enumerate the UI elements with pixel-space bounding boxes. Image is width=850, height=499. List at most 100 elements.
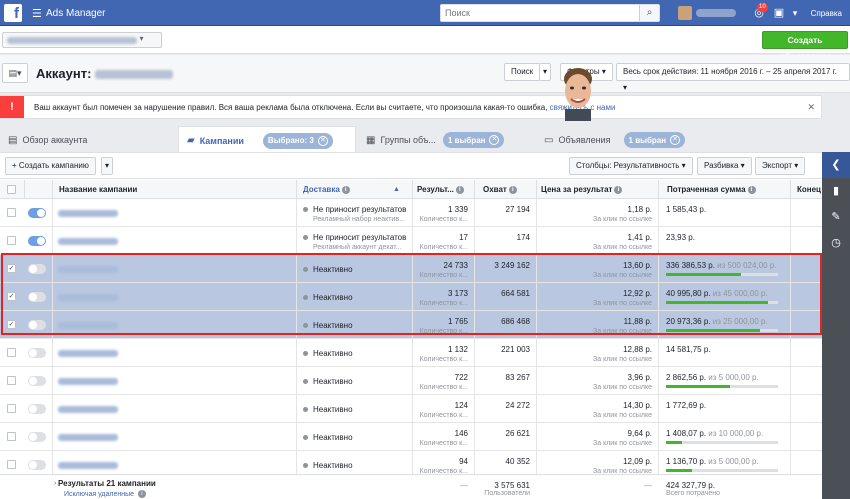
chevron-down-icon: ▾ — [139, 34, 144, 43]
select-all-checkbox[interactable] — [7, 185, 16, 194]
clear-selection-icon[interactable]: ✕ — [317, 135, 328, 146]
campaign-toggle[interactable] — [28, 264, 46, 274]
table-row[interactable]: ✓ Неактивно 1 765 Количество к... 686 46… — [0, 311, 822, 339]
table-row[interactable]: Не приносит результатов Рекламный набор … — [0, 199, 822, 227]
table-row[interactable]: ✓ Неактивно 24 733 Количество к... 3 249… — [0, 255, 822, 283]
results-value: 24 733 — [443, 261, 468, 270]
delivery-text: Неактивно — [313, 461, 353, 470]
campaign-name-link[interactable] — [58, 349, 118, 358]
table-row[interactable]: Не приносит результатов Рекламный аккаун… — [0, 227, 822, 255]
info-icon[interactable]: i — [747, 185, 756, 194]
info-icon[interactable]: i — [341, 185, 350, 194]
row-checkbox[interactable] — [7, 236, 16, 245]
campaign-name-link[interactable] — [58, 433, 118, 442]
edit-icon[interactable]: ✎ — [822, 204, 850, 230]
campaigns-panel: + Создать кампанию ▾ Столбцы: Результати… — [0, 152, 822, 499]
campaign-name-link[interactable] — [58, 237, 118, 246]
info-icon[interactable]: i — [614, 185, 623, 194]
row-checkbox[interactable] — [7, 376, 16, 385]
search-input[interactable] — [441, 5, 637, 21]
spent-amount: 2 862,56 р. из 5 000,00 р. — [666, 373, 759, 382]
results-value: 722 — [454, 373, 468, 382]
row-checkbox[interactable] — [7, 404, 16, 413]
selected-count-pill[interactable]: Выбрано: 3 ✕ — [262, 132, 333, 149]
cost-subtext: За клик по ссылке — [593, 216, 652, 223]
tab-ads[interactable]: ▭ Объявления 1 выбран ✕ — [536, 126, 714, 154]
campaign-name-blurred — [58, 266, 118, 274]
row-checkbox[interactable] — [7, 208, 16, 217]
column-header-reach[interactable]: Охват i — [474, 180, 536, 199]
close-icon[interactable]: ✕ — [807, 102, 815, 113]
date-range-button[interactable]: Весь срок действия: 11 ноября 2016 г. – … — [616, 63, 850, 92]
search-icon[interactable]: ⌕ — [639, 5, 659, 21]
row-checkbox[interactable]: ✓ — [7, 264, 16, 273]
facebook-logo-icon[interactable]: f — [4, 4, 22, 22]
app-title[interactable]: Ads Manager — [46, 8, 105, 19]
clear-selection-icon[interactable]: ✕ — [670, 135, 681, 145]
campaign-name-link[interactable] — [58, 405, 118, 414]
campaign-name-link[interactable] — [58, 293, 118, 302]
campaign-name-link[interactable] — [58, 377, 118, 386]
search-button[interactable]: Поиск — [504, 63, 541, 81]
campaign-name-link[interactable] — [58, 209, 118, 218]
column-header-delivery[interactable]: Доставка i ▲ — [296, 180, 412, 199]
tab-account-overview[interactable]: ▤ Обзор аккаунта — [0, 126, 178, 154]
campaign-name-link[interactable] — [58, 461, 118, 470]
table-row[interactable]: Неактивно 1 132 Количество к... 221 003 … — [0, 339, 822, 367]
table-row[interactable]: ✓ Неактивно 3 173 Количество к... 664 58… — [0, 283, 822, 311]
campaign-toggle[interactable] — [28, 208, 46, 218]
table-row[interactable]: Неактивно 146 Количество к... 26 621 9,6… — [0, 423, 822, 451]
campaign-toggle[interactable] — [28, 236, 46, 246]
table-row[interactable]: Неактивно 722 Количество к... 83 267 3,9… — [0, 367, 822, 395]
help-link[interactable]: Справка — [811, 9, 842, 18]
collapse-icon[interactable]: ❮ — [822, 152, 850, 178]
chevron-right-icon[interactable]: › — [54, 480, 56, 487]
campaign-name-link[interactable] — [58, 321, 118, 330]
breakdown-button[interactable]: Разбивка ▾ — [697, 157, 752, 175]
search-dropdown-button[interactable]: ▾ — [539, 63, 552, 81]
account-flag-alert: ! Ваш аккаунт был помечен за нарушение п… — [0, 95, 822, 119]
campaign-toggle[interactable] — [28, 404, 46, 414]
tab-ad-sets[interactable]: ▦ Группы объ... 1 выбран ✕ — [358, 126, 536, 154]
tab-campaigns[interactable]: ▰ Кампании Выбрано: 3 ✕ — [178, 126, 356, 154]
column-header-name[interactable]: Название кампании — [52, 180, 296, 199]
column-header-end[interactable]: Конец — [790, 180, 822, 199]
column-header-spent[interactable]: Потраченная сумма i — [658, 180, 790, 199]
cell-divider — [658, 283, 659, 311]
column-header-results[interactable]: Результ... i — [412, 180, 474, 199]
row-checkbox[interactable] — [7, 348, 16, 357]
table-row[interactable]: Неактивно 124 Количество к... 24 272 14,… — [0, 395, 822, 423]
info-icon[interactable]: i — [508, 185, 517, 194]
campaign-toggle[interactable] — [28, 320, 46, 330]
account-menu-button[interactable]: ▤▾ — [2, 63, 28, 83]
campaign-toggle[interactable] — [28, 292, 46, 302]
export-button[interactable]: Экспорт ▾ — [755, 157, 806, 175]
history-icon[interactable]: ◷ — [822, 230, 850, 256]
create-campaign-dropdown[interactable]: ▾ — [101, 157, 114, 175]
row-checkbox[interactable] — [7, 432, 16, 441]
account-selector[interactable]: ▾ — [2, 32, 162, 48]
clear-selection-icon[interactable]: ✕ — [489, 135, 500, 145]
info-icon[interactable]: i — [137, 490, 146, 498]
selected-count-pill[interactable]: 1 выбран ✕ — [623, 132, 686, 148]
messages-icon[interactable]: ▣ — [772, 6, 786, 20]
campaign-name-link[interactable] — [58, 265, 118, 274]
columns-button[interactable]: Столбцы: Результативность ▾ — [569, 157, 693, 175]
column-header-cost[interactable]: Цена за результат i — [536, 180, 658, 199]
results-value: 1 339 — [447, 205, 468, 214]
selected-count-pill[interactable]: 1 выбран ✕ — [442, 132, 505, 148]
row-checkbox[interactable]: ✓ — [7, 292, 16, 301]
user-profile-link[interactable] — [678, 5, 740, 21]
chart-icon[interactable]: ▮ — [822, 178, 850, 204]
dropdown-arrow-icon[interactable]: ▾ — [788, 6, 802, 20]
row-checkbox[interactable]: ✓ — [7, 320, 16, 329]
campaign-toggle[interactable] — [28, 348, 46, 358]
campaign-toggle[interactable] — [28, 460, 46, 470]
campaign-toggle[interactable] — [28, 432, 46, 442]
info-icon[interactable]: i — [455, 185, 464, 194]
row-checkbox[interactable] — [7, 460, 16, 469]
create-ad-button[interactable]: Создать объявление — [762, 31, 848, 61]
campaign-toggle[interactable] — [28, 376, 46, 386]
create-campaign-button[interactable]: + Создать кампанию — [5, 157, 96, 175]
menu-icon[interactable]: ☰ — [32, 7, 42, 20]
